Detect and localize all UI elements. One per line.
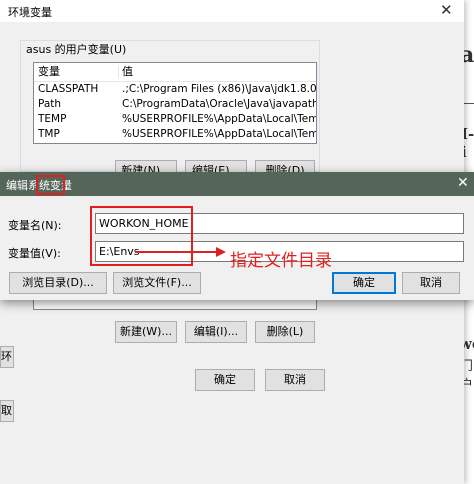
annotation-arrow-layer	[135, 247, 226, 257]
arrow-head-icon	[216, 247, 226, 257]
annotation-text: 指定文件目录	[230, 251, 332, 271]
